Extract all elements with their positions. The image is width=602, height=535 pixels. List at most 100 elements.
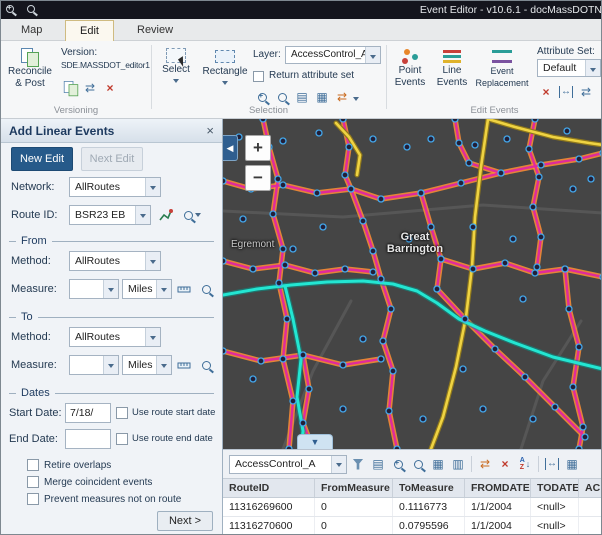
panel-header: Add Linear Events × xyxy=(1,119,222,143)
zoom-to-selection-icon[interactable] xyxy=(253,88,271,106)
prevent-measures-checkbox[interactable] xyxy=(27,493,39,505)
network-combobox[interactable]: AllRoutes xyxy=(69,177,161,197)
column-header[interactable]: FROMDATE xyxy=(465,479,531,497)
from-measure-combobox[interactable] xyxy=(69,279,119,299)
open-table-icon[interactable]: ▤ xyxy=(293,88,311,106)
next-edit-button[interactable]: Next Edit xyxy=(81,147,143,171)
layer-combobox[interactable]: AccessControl_A xyxy=(285,46,381,64)
filter-icon[interactable] xyxy=(349,455,367,473)
start-date-input[interactable] xyxy=(65,403,111,423)
column-header[interactable]: ToMeasure xyxy=(393,479,465,497)
clear-selection-icon[interactable]: × xyxy=(496,455,514,473)
table-row[interactable]: 11316269600 0 0.1116773 1/1/2004 <null> xyxy=(223,498,602,517)
to-measure-zoom-icon[interactable] xyxy=(196,355,216,375)
use-route-end-checkbox[interactable] xyxy=(116,433,128,445)
column-header[interactable]: TODATE xyxy=(531,479,579,497)
to-measure-combobox[interactable] xyxy=(69,355,119,375)
selection-more-icon[interactable] xyxy=(353,97,359,101)
delete-event-icon[interactable]: × xyxy=(537,83,555,101)
retire-overlaps-checkbox[interactable] xyxy=(27,459,39,471)
version-label: Version: xyxy=(61,47,97,58)
end-date-input[interactable] xyxy=(65,429,111,449)
select-route-on-map-icon[interactable] xyxy=(155,205,175,225)
column-header[interactable]: AC xyxy=(579,479,602,497)
event-replacement-button[interactable]: Event Replacement xyxy=(473,43,531,113)
from-measure-unit-combobox[interactable]: Miles xyxy=(122,279,172,299)
from-measure-label: Measure: xyxy=(11,279,57,299)
merge-coincident-checkbox[interactable] xyxy=(27,476,39,488)
to-measure-unit-combobox[interactable]: Miles xyxy=(122,355,172,375)
version-value[interactable]: SDE.MASSDOT_editor1 xyxy=(61,60,149,70)
edit-events-tools: × ↔ ⇄ ▥ xyxy=(537,83,602,101)
fit-width-icon[interactable]: ↔ xyxy=(543,455,561,473)
use-route-end-label: Use route end date xyxy=(132,429,213,449)
point-events-button[interactable]: Point Events xyxy=(390,43,430,113)
zoom-in-tool-icon[interactable] xyxy=(6,4,22,17)
close-icon[interactable]: × xyxy=(206,124,214,137)
merge-coincident-label: Merge coincident events xyxy=(44,475,152,490)
route-id-combobox[interactable]: BSR23 EB xyxy=(69,205,151,225)
versioning-tools: ⇄ × xyxy=(61,79,119,97)
map-canvas[interactable]: Egremont Great Barrington ◀ + − ▼ xyxy=(223,119,602,449)
new-edit-button[interactable]: New Edit xyxy=(11,147,73,171)
zoom-in-grid-icon[interactable] xyxy=(389,455,407,473)
grid-layer-combobox[interactable]: AccessControl_A xyxy=(229,455,347,474)
zoom-selected-icon[interactable] xyxy=(409,455,427,473)
to-measure-pick-icon[interactable] xyxy=(174,355,194,375)
collapse-grid-icon[interactable]: ▼ xyxy=(297,434,333,449)
change-version-icon[interactable]: ⇄ xyxy=(81,79,99,97)
zoom-in-button[interactable]: + xyxy=(245,135,271,161)
event-replacement-icon xyxy=(491,48,513,65)
map-place-label: Egremont xyxy=(231,239,274,250)
line-events-button[interactable]: Line Events xyxy=(432,43,472,113)
switch-selection-icon[interactable]: ⇄ xyxy=(476,455,494,473)
sort-az-icon[interactable]: AZ↓ xyxy=(516,455,534,473)
table-row[interactable]: 11316270600 0 0.0795596 1/1/2004 <null> xyxy=(223,517,602,535)
selection-group-label: Selection xyxy=(151,105,386,116)
rectangle-icon xyxy=(215,50,235,63)
use-route-start-checkbox[interactable] xyxy=(116,407,128,419)
tab-map[interactable]: Map xyxy=(7,20,56,41)
to-method-combobox[interactable]: AllRoutes xyxy=(69,327,161,347)
attribute-set-combobox[interactable]: Default xyxy=(537,59,601,77)
toolbar-divider xyxy=(538,456,539,472)
delete-version-icon[interactable]: × xyxy=(101,79,119,97)
reconcile-post-button[interactable]: Reconcile & Post xyxy=(3,43,57,113)
grid-header-row: RouteID FromMeasure ToMeasure FROMDATE T… xyxy=(223,478,602,498)
fit-extent-icon[interactable]: ↔ xyxy=(557,83,575,101)
column-header[interactable]: RouteID xyxy=(223,479,315,497)
from-method-combobox[interactable]: AllRoutes xyxy=(69,251,161,271)
end-date-label: End Date: xyxy=(9,429,58,449)
more-edit-tools-icon[interactable]: ▥ xyxy=(597,83,602,101)
point-events-icon xyxy=(400,48,420,65)
rectangle-button[interactable]: Rectangle xyxy=(200,43,250,113)
tab-edit[interactable]: Edit xyxy=(65,20,114,42)
zoom-tool-icon[interactable] xyxy=(27,4,43,17)
select-button[interactable]: Select xyxy=(155,43,197,113)
from-section-separator: From xyxy=(9,235,214,247)
list-icon[interactable]: ▤ xyxy=(369,455,387,473)
add-linear-events-panel: Add Linear Events × New Edit Next Edit N… xyxy=(1,119,223,535)
more-grid-tools-icon[interactable]: ▦ xyxy=(563,455,581,473)
collapse-panel-icon[interactable]: ◀ xyxy=(223,135,238,161)
zoom-out-button[interactable]: − xyxy=(245,165,271,191)
pan-to-selection-icon[interactable] xyxy=(273,88,291,106)
return-attribute-set-checkbox[interactable] xyxy=(253,71,264,82)
attributes-icon[interactable]: ▦ xyxy=(313,88,331,106)
column-header[interactable]: FromMeasure xyxy=(315,479,393,497)
switch-selection-icon[interactable]: ⇄ xyxy=(333,88,351,106)
from-measure-pick-icon[interactable] xyxy=(174,279,194,299)
table-icon[interactable]: ▦ xyxy=(429,455,447,473)
next-button[interactable]: Next > xyxy=(157,511,213,531)
route-zoom-dropdown-icon[interactable] xyxy=(179,205,205,225)
flip-measures-icon[interactable]: ⇄ xyxy=(577,83,595,101)
dates-section-separator: Dates xyxy=(9,387,214,399)
reconcile-post-icon xyxy=(20,48,40,66)
dates-section-label: Dates xyxy=(21,387,50,399)
export-table-icon[interactable]: ▥ xyxy=(449,455,467,473)
tab-review[interactable]: Review xyxy=(123,20,187,41)
retire-overlaps-label: Retire overlaps xyxy=(44,458,111,473)
from-section-label: From xyxy=(21,235,47,247)
from-measure-zoom-icon[interactable] xyxy=(196,279,216,299)
create-version-icon[interactable] xyxy=(61,79,79,97)
